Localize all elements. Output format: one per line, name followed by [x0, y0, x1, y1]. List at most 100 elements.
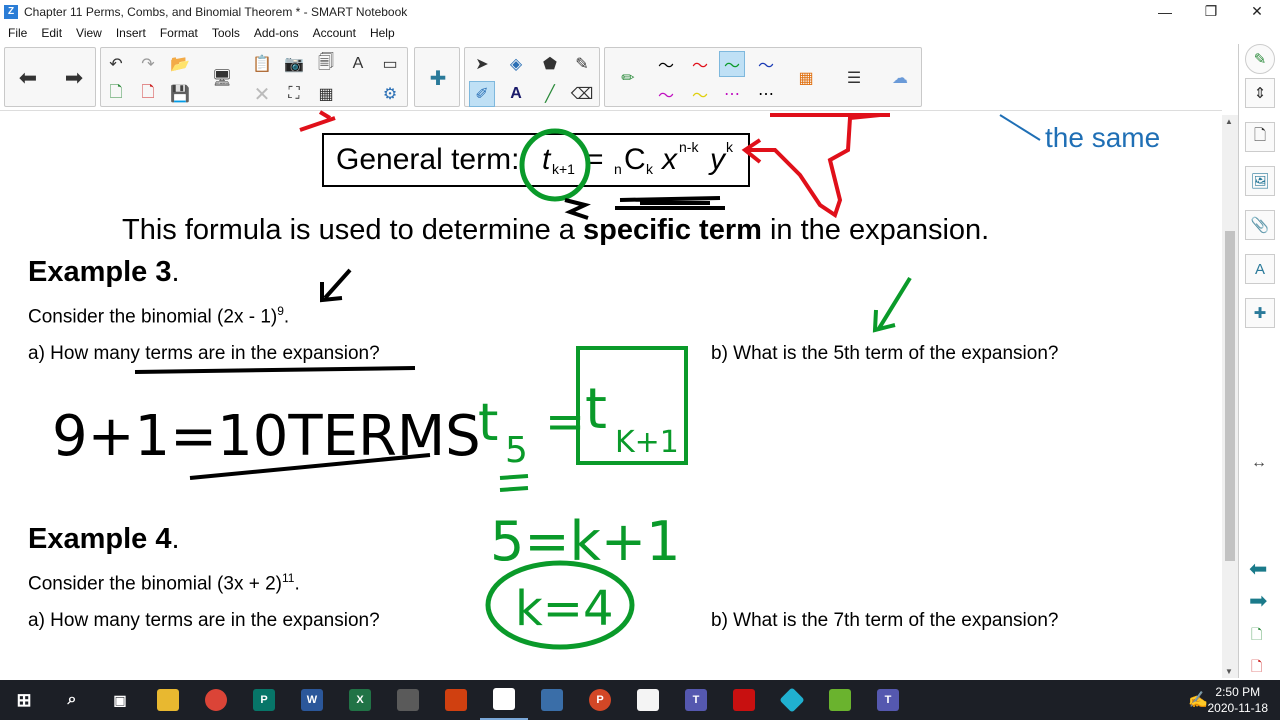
- publisher-icon[interactable]: P: [240, 680, 288, 720]
- notepad-icon[interactable]: [624, 680, 672, 720]
- menu-edit[interactable]: Edit: [35, 26, 68, 40]
- red-app-icon[interactable]: [720, 680, 768, 720]
- pen-settings-icon[interactable]: ✎: [1245, 44, 1275, 74]
- fill-effects-icon[interactable]: ☁: [887, 65, 913, 91]
- redo-icon[interactable]: ↷: [135, 51, 161, 77]
- pens-icon[interactable]: ✐: [469, 81, 495, 107]
- page-sorter-icon[interactable]: 🗋: [1245, 122, 1275, 152]
- diamond-app-icon[interactable]: [768, 680, 816, 720]
- calculator-icon[interactable]: [528, 680, 576, 720]
- magic-pen-icon[interactable]: ✎: [569, 51, 595, 77]
- puzzle-icon[interactable]: ✚: [425, 65, 451, 91]
- scrollbar-thumb[interactable]: [1225, 231, 1235, 561]
- green-app-icon[interactable]: [816, 680, 864, 720]
- toolbar-nav-group: ⬅ ➡: [4, 47, 96, 107]
- pen-red-icon[interactable]: 〜: [687, 51, 713, 77]
- chrome-icon[interactable]: [192, 680, 240, 720]
- previous-page-arrow-icon[interactable]: ⬅: [15, 65, 41, 91]
- document-camera-app-icon[interactable]: [384, 680, 432, 720]
- gallery-icon[interactable]: 🖼: [1245, 166, 1275, 196]
- sidebar-next-page-icon[interactable]: ➡: [1249, 588, 1267, 614]
- example4-question-a: a) How many terms are in the expansion?: [28, 610, 380, 631]
- pen-workspace-icon[interactable]: ✍: [1188, 690, 1208, 710]
- pen-blue-icon[interactable]: 〜: [753, 51, 779, 77]
- taskbar-clock[interactable]: 2:50 PM 2020-11-18: [1208, 684, 1269, 716]
- menu-insert[interactable]: Insert: [110, 26, 152, 40]
- pen-type-icon[interactable]: ✏: [615, 65, 641, 91]
- fill-icon[interactable]: ⬟: [537, 51, 563, 77]
- excel-icon[interactable]: X: [336, 680, 384, 720]
- table-icon[interactable]: ▦: [313, 81, 339, 107]
- color-palette-icon[interactable]: ▦: [793, 65, 819, 91]
- addons-tab-icon[interactable]: ✚: [1245, 298, 1275, 328]
- pen-yellow-icon[interactable]: 〜: [687, 81, 713, 107]
- open-file-icon[interactable]: 📂: [167, 51, 193, 77]
- title-bar: Z Chapter 11 Perms, Combs, and Binomial …: [0, 0, 1280, 23]
- file-explorer-icon[interactable]: [144, 680, 192, 720]
- document-camera-icon[interactable]: 🗐: [313, 51, 339, 77]
- delete-page-icon[interactable]: 🗋: [135, 81, 161, 107]
- menu-format[interactable]: Format: [154, 26, 204, 40]
- example4-exponent: 11: [282, 571, 295, 585]
- move-sidebar-icon[interactable]: ⇕: [1245, 78, 1275, 108]
- text-recognition-icon[interactable]: A: [345, 51, 371, 77]
- screen-shade-icon[interactable]: 🖥: [209, 65, 235, 91]
- toolbar-edit-group: ↶ ↷ 📂 🖥 📋 📷 🗐 A ▭ 🗋 🗋 💾 ✕ ⛶ ▦ ⚙: [100, 47, 408, 107]
- powerpoint-icon[interactable]: P: [576, 680, 624, 720]
- full-screen-icon[interactable]: ⛶: [281, 81, 307, 107]
- select-arrow-icon[interactable]: ➤: [469, 51, 495, 77]
- shapes-icon[interactable]: ◈: [503, 51, 529, 77]
- menu-file[interactable]: File: [2, 26, 33, 40]
- close-button[interactable]: ✕: [1234, 0, 1280, 23]
- delete-icon[interactable]: ✕: [249, 81, 275, 107]
- display-icon[interactable]: ▭: [377, 51, 403, 77]
- formula-y-exponent: k: [726, 139, 733, 155]
- clock-date: 2020-11-18: [1207, 701, 1269, 715]
- teams-chat-icon[interactable]: T: [864, 680, 912, 720]
- addons-icon[interactable]: ⚙: [377, 81, 403, 107]
- attachments-icon[interactable]: 📎: [1245, 210, 1275, 240]
- sidebar-delete-page-icon[interactable]: 🗋: [1251, 656, 1262, 680]
- paste-icon[interactable]: 📋: [249, 51, 275, 77]
- snipping-tool-icon[interactable]: [432, 680, 480, 720]
- task-view-icon[interactable]: ▣: [96, 680, 144, 720]
- word-icon[interactable]: W: [288, 680, 336, 720]
- properties-icon[interactable]: A: [1245, 254, 1275, 284]
- pen-green-icon[interactable]: 〜: [719, 51, 745, 77]
- general-term-box: General term: t k+1 = n C k x n-k y k: [322, 133, 750, 187]
- menu-tools[interactable]: Tools: [206, 26, 246, 40]
- window-controls: — ❐ ✕: [1142, 0, 1280, 23]
- resize-sidebar-icon[interactable]: ↔: [1251, 454, 1267, 472]
- maximize-button[interactable]: ❐: [1188, 0, 1234, 23]
- menu-view[interactable]: View: [70, 26, 108, 40]
- menu-account[interactable]: Account: [307, 26, 362, 40]
- line-style-icon[interactable]: ☰: [841, 65, 867, 91]
- menu-add-ons[interactable]: Add-ons: [248, 26, 305, 40]
- text-tool-icon[interactable]: A: [503, 81, 529, 107]
- save-icon[interactable]: 💾: [167, 81, 193, 107]
- vertical-scrollbar[interactable]: ▲ ▼: [1222, 115, 1238, 678]
- windows-start-icon[interactable]: ⊞: [0, 680, 48, 720]
- line-tool-icon[interactable]: ╱: [537, 81, 563, 107]
- minimize-button[interactable]: —: [1142, 0, 1188, 23]
- eraser-icon[interactable]: ⌫: [569, 81, 595, 107]
- sidebar-previous-page-icon[interactable]: ⬅: [1249, 556, 1267, 582]
- taskbar: ⊞ ⌕ ▣ P W X P T T ✍ 2:50 PM 2020-11-18: [0, 680, 1280, 720]
- undo-icon[interactable]: ↶: [103, 51, 129, 77]
- teams-icon[interactable]: T: [672, 680, 720, 720]
- pen-black-icon[interactable]: 〜: [653, 51, 679, 77]
- screen-capture-icon[interactable]: 📷: [281, 51, 307, 77]
- add-page-icon[interactable]: 🗋: [103, 81, 129, 107]
- menu-help[interactable]: Help: [364, 26, 401, 40]
- right-sidebar: ✎ ⇕ 🗋 🖼 📎 A ✚ ↔ ⬅ ➡ 🗋 🗋: [1238, 44, 1280, 678]
- next-page-arrow-icon[interactable]: ➡: [61, 65, 87, 91]
- scroll-up-icon[interactable]: ▲: [1225, 117, 1233, 126]
- example4-question-b: b) What is the 7th term of the expansion…: [711, 610, 1059, 631]
- scroll-down-icon[interactable]: ▼: [1225, 667, 1233, 676]
- pen-dotted-icon[interactable]: ⋯: [753, 81, 779, 107]
- sidebar-add-page-icon[interactable]: 🗋: [1251, 624, 1262, 648]
- pen-magenta-icon[interactable]: 〜: [653, 81, 679, 107]
- smart-notebook-taskbar-icon[interactable]: [480, 680, 528, 720]
- pen-dashed-icon[interactable]: ⋯: [719, 81, 745, 107]
- search-icon[interactable]: ⌕: [48, 680, 96, 720]
